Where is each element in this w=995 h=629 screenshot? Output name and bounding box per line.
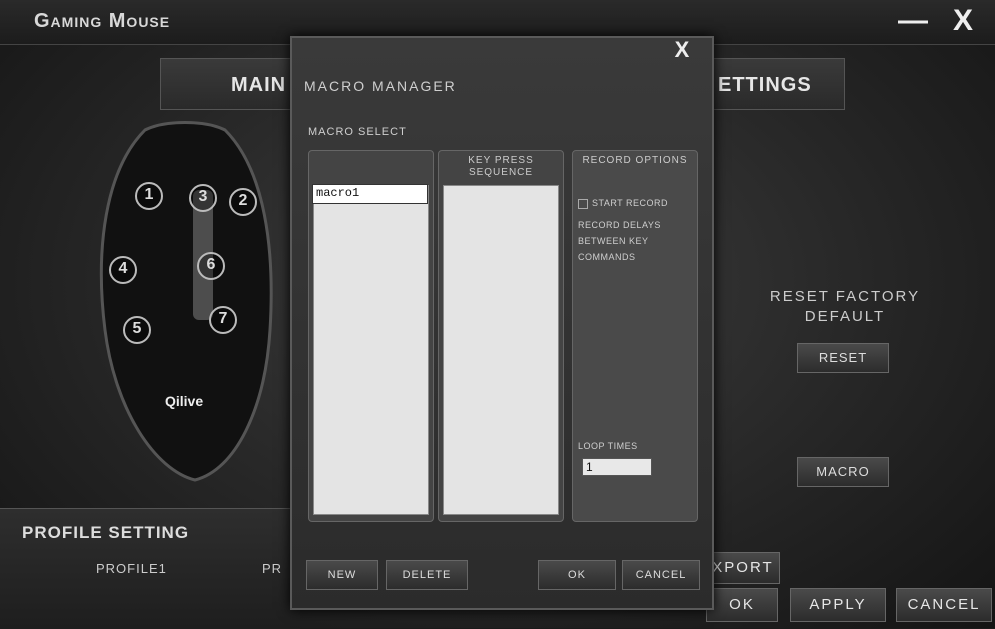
main-window: Gaming Mouse — X MAIN ETTINGS 1 2 3 4 5 … xyxy=(0,0,995,629)
record-options-header: RECORD OPTIONS xyxy=(582,155,688,166)
mouse-button-1[interactable]: 1 xyxy=(135,182,163,210)
mouse-button-6[interactable]: 6 xyxy=(197,252,225,280)
macro-list-header xyxy=(309,151,433,185)
macro-manager-dialog: X MACRO MANAGER MACRO SELECT macro1 KEY … xyxy=(290,36,714,610)
macro-button[interactable]: MACRO xyxy=(797,457,889,487)
profile-item-1[interactable]: PROFILE1 xyxy=(96,561,167,576)
start-record-label: START RECORD xyxy=(592,198,669,208)
reset-button[interactable]: RESET xyxy=(797,343,889,373)
profile-heading: PROFILE SETTING xyxy=(22,523,190,542)
mouse-button-2[interactable]: 2 xyxy=(229,188,257,216)
key-sequence-column: KEY PRESS SEQUENCE xyxy=(438,150,564,522)
macro-select-label: MACRO SELECT xyxy=(308,126,407,138)
mouse-button-7[interactable]: 7 xyxy=(209,306,237,334)
start-record-option[interactable]: START RECORD xyxy=(578,198,668,209)
mouse-button-4[interactable]: 4 xyxy=(109,256,137,284)
macro-list-column xyxy=(308,150,434,522)
reset-label-line1: RESET FACTORY xyxy=(769,288,921,305)
tab-settings[interactable]: ETTINGS xyxy=(705,58,845,110)
key-sequence-list[interactable] xyxy=(443,185,559,515)
mouse-button-3[interactable]: 3 xyxy=(189,184,217,212)
start-record-checkbox[interactable] xyxy=(578,198,588,209)
macro-name-input[interactable]: macro1 xyxy=(312,184,428,204)
dialog-title: MACRO MANAGER xyxy=(304,78,457,94)
between-key-label: BETWEEN KEY xyxy=(578,236,649,246)
mouse-shape xyxy=(99,121,273,482)
commands-label: COMMANDS xyxy=(578,252,636,262)
minimize-button[interactable]: — xyxy=(898,4,928,38)
mouse-button-5[interactable]: 5 xyxy=(123,316,151,344)
app-title: Gaming Mouse xyxy=(34,10,171,32)
apply-button[interactable]: APPLY xyxy=(790,588,886,622)
macro-list[interactable] xyxy=(313,185,429,515)
record-delay-label: RECORD DELAYS xyxy=(578,220,661,230)
dialog-cancel-button[interactable]: CANCEL xyxy=(622,560,700,590)
reset-label-line2: DEFAULT xyxy=(804,308,886,325)
reset-factory-label: RESET FACTORY DEFAULT xyxy=(745,287,945,327)
cancel-button[interactable]: CANCEL xyxy=(896,588,992,622)
new-macro-button[interactable]: NEW xyxy=(306,560,378,590)
mouse-illustration: 1 2 3 4 5 6 7 Qilive xyxy=(85,110,295,490)
tab-settings-label: ETTINGS xyxy=(718,74,812,96)
dialog-ok-button[interactable]: OK xyxy=(538,560,616,590)
tab-main[interactable]: MAIN xyxy=(160,58,300,110)
export-button[interactable]: XPORT xyxy=(706,552,780,584)
tab-main-label: MAIN xyxy=(231,74,287,96)
delete-macro-button[interactable]: DELETE xyxy=(386,560,468,590)
profile-item-2[interactable]: PR xyxy=(262,561,282,576)
ok-button[interactable]: OK xyxy=(706,588,778,622)
close-button[interactable]: X xyxy=(953,4,973,38)
loop-times-label: LOOP TIMES xyxy=(578,441,638,451)
profile-panel: PROFILE SETTING PROFILE1 PR xyxy=(0,508,300,629)
brand-logo: Qilive xyxy=(165,393,204,409)
loop-times-input[interactable]: 1 xyxy=(582,458,652,476)
dialog-close-button[interactable]: X xyxy=(668,38,696,62)
key-sequence-header: KEY PRESS SEQUENCE xyxy=(468,155,534,178)
